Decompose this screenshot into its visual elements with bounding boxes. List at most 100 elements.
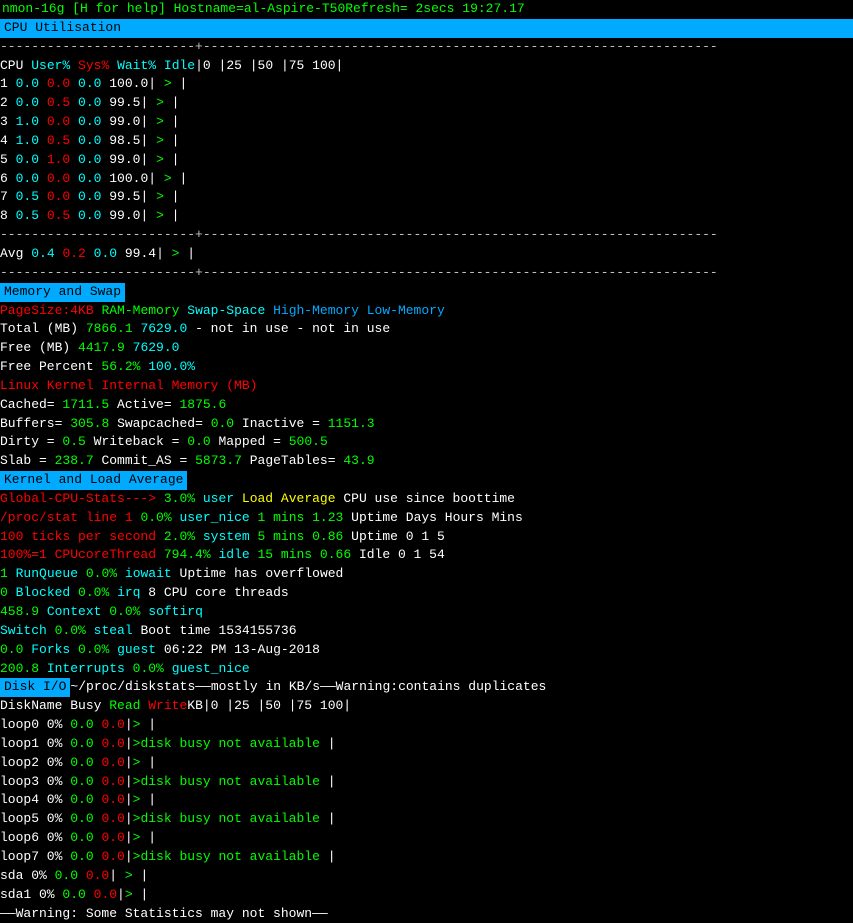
global-label: Global-CPU-Stats---> <box>0 491 156 506</box>
free-swap: 7629.0 <box>133 340 180 355</box>
global-cpu-row: Global-CPU-Stats---> 3.0% user Load Aver… <box>0 490 853 509</box>
switch-row: Switch 0.0% steal Boot time 1534155736 <box>0 622 853 641</box>
boot-date: 06:22 PM 13-Aug-2018 <box>164 642 320 657</box>
cpu-row-1: 1 0.0 0.0 0.0 100.0| > | <box>0 75 853 94</box>
interrupts-label: Interrupts <box>47 661 125 676</box>
blocked-label: Blocked <box>16 585 71 600</box>
cpu-row-2: 2 0.0 0.5 0.0 99.5| > | <box>0 94 853 113</box>
swapcached-val: 0.0 <box>211 416 234 431</box>
irq-pct: 0.0% <box>78 585 109 600</box>
uptime-row: Uptime 0 1 5 <box>351 529 445 544</box>
mins5-val: 0.86 <box>312 529 343 544</box>
memory-total-row: Total (MB) 7866.1 7629.0 - not in use - … <box>0 320 853 339</box>
free-pct-ram: 56.2% <box>101 359 140 374</box>
kernel-mem-label: Linux Kernel Internal Memory (MB) <box>0 377 853 396</box>
disk-row-loop0: loop0 0% 0.0 0.0|> | <box>0 716 853 735</box>
disk-row-loop1: loop1 0% 0.0 0.0|>disk busy not availabl… <box>0 735 853 754</box>
buffers-row: Buffers= 305.8 Swapcached= 0.0 Inactive … <box>0 415 853 434</box>
mins5-label: 5 mins <box>258 529 305 544</box>
memory-header-text: Memory and Swap <box>4 284 121 299</box>
overflow-msg: Uptime has overflowed <box>180 566 344 581</box>
dirty-row: Dirty = 0.5 Writeback = 0.0 Mapped = 500… <box>0 433 853 452</box>
writeback-val: 0.0 <box>187 434 210 449</box>
dirty-label: Dirty = <box>0 434 55 449</box>
disk-row-loop3: loop3 0% 0.0 0.0|>disk busy not availabl… <box>0 773 853 792</box>
cpu-avg-row: Avg 0.4 0.2 0.0 99.4| > | <box>0 245 853 264</box>
slab-row: Slab = 238.7 Commit_AS = 5873.7 PageTabl… <box>0 452 853 471</box>
cpu-row-5: 5 0.0 1.0 0.0 99.0| > | <box>0 151 853 170</box>
guest-desc: guest <box>117 642 156 657</box>
dirty-val: 0.5 <box>62 434 85 449</box>
mapped-val: 500.5 <box>289 434 328 449</box>
cpu-divider-2: -------------------------+--------------… <box>0 226 853 245</box>
cpu-divider-1: -------------------------+--------------… <box>0 38 853 57</box>
swap-label: Swap-Space <box>187 303 265 318</box>
guest-pct: 0.0% <box>78 642 109 657</box>
context-label: Context <box>47 604 102 619</box>
iowait-desc: iowait <box>125 566 172 581</box>
switch-label: Switch <box>0 623 47 638</box>
high-label: High-Memory <box>273 303 359 318</box>
memory-col-headers: PageSize:4KB RAM-Memory Swap-Space High-… <box>0 302 853 321</box>
guest-nice-desc: guest_nice <box>172 661 250 676</box>
ticks-pct: 2.0% <box>164 529 195 544</box>
disk-section-header: Disk I/O ~/proc/diskstats——mostly in KB/… <box>0 678 853 697</box>
cpu-header-text: CPU Utilisation <box>4 20 121 35</box>
cached-label: Cached= <box>0 397 55 412</box>
mapped-label: Mapped = <box>219 434 281 449</box>
memory-free-row: Free (MB) 4417.9 7629.0 <box>0 339 853 358</box>
writeback-label: Writeback = <box>94 434 180 449</box>
proc-desc: user_nice <box>179 510 249 525</box>
cpu-core-row: 100%=1 CPUcoreThread 794.4% idle 15 mins… <box>0 546 853 565</box>
guest-nice-pct: 0.0% <box>133 661 164 676</box>
memory-section-header: Memory and Swap <box>0 283 125 302</box>
commit-val: 5873.7 <box>195 453 242 468</box>
interrupts-val: 200.8 <box>0 661 39 676</box>
disk-subtitle: ~/proc/diskstats——mostly in KB/s——Warnin… <box>70 678 546 697</box>
active-val: 1875.6 <box>179 397 226 412</box>
forks-label: Forks <box>31 642 70 657</box>
uptime-label: Uptime Days Hours Mins <box>351 510 523 525</box>
total-ram: 7866.1 <box>86 321 133 336</box>
disk-header-text: Disk I/O <box>0 678 70 697</box>
cpu-row-7: 7 0.5 0.0 0.0 99.5| > | <box>0 188 853 207</box>
softirq-pct: 0.0% <box>109 604 140 619</box>
total-swap: 7629.0 <box>140 321 187 336</box>
cpu-core-desc: idle <box>218 547 249 562</box>
load-cpu-desc: CPU use since boottime <box>343 491 515 506</box>
cpu-row-6: 6 0.0 0.0 0.0 100.0| > | <box>0 170 853 189</box>
irq-desc: irq <box>117 585 140 600</box>
kernel-header-text: Kernel and Load Average <box>4 472 183 487</box>
low-label: Low-Memory <box>367 303 445 318</box>
disk-row-loop6: loop6 0% 0.0 0.0|> | <box>0 829 853 848</box>
blocked-row: 0 Blocked 0.0% irq 8 CPU core threads <box>0 584 853 603</box>
context-val: 458.9 <box>0 604 39 619</box>
context-row: 458.9 Context 0.0% softirq <box>0 603 853 622</box>
interrupts-row: 200.8 Interrupts 0.0% guest_nice <box>0 660 853 679</box>
total-low: - not in use <box>297 321 391 336</box>
slab-val: 238.7 <box>55 453 94 468</box>
cpu-row-8: 8 0.5 0.5 0.0 99.0| > | <box>0 207 853 226</box>
pagetables-label: PageTables= <box>250 453 336 468</box>
steal-desc: steal <box>94 623 133 638</box>
proc-stat-row: /proc/stat line 1 0.0% user_nice 1 mins … <box>0 509 853 528</box>
proc-label: /proc/stat line 1 <box>0 510 133 525</box>
iowait-pct: 0.0% <box>86 566 117 581</box>
disk-row-loop4: loop4 0% 0.0 0.0|> | <box>0 791 853 810</box>
commit-label: Commit_AS = <box>101 453 187 468</box>
free-pct-swap: 100.0% <box>148 359 195 374</box>
cached-val: 1711.5 <box>62 397 109 412</box>
global-pct: 3.0% <box>164 491 195 506</box>
title-bar: nmon-16g [H for help] Hostname=al-Aspire… <box>0 0 853 19</box>
disk-row-sda1: sda1 0% 0.0 0.0|> | <box>0 886 853 905</box>
mins15-val: 0.66 <box>320 547 351 562</box>
proc-pct: 0.0% <box>140 510 171 525</box>
active-label: Active= <box>117 397 172 412</box>
cached-active-row: Cached= 1711.5 Active= 1875.6 <box>0 396 853 415</box>
mins15-label: 15 mins <box>258 547 313 562</box>
buffers-label: Buffers= <box>0 416 62 431</box>
disk-row-loop5: loop5 0% 0.0 0.0|>disk busy not availabl… <box>0 810 853 829</box>
cpu-row-4: 4 1.0 0.5 0.0 98.5| > | <box>0 132 853 151</box>
ram-label: RAM-Memory <box>101 303 179 318</box>
total-high: - not in use <box>195 321 289 336</box>
